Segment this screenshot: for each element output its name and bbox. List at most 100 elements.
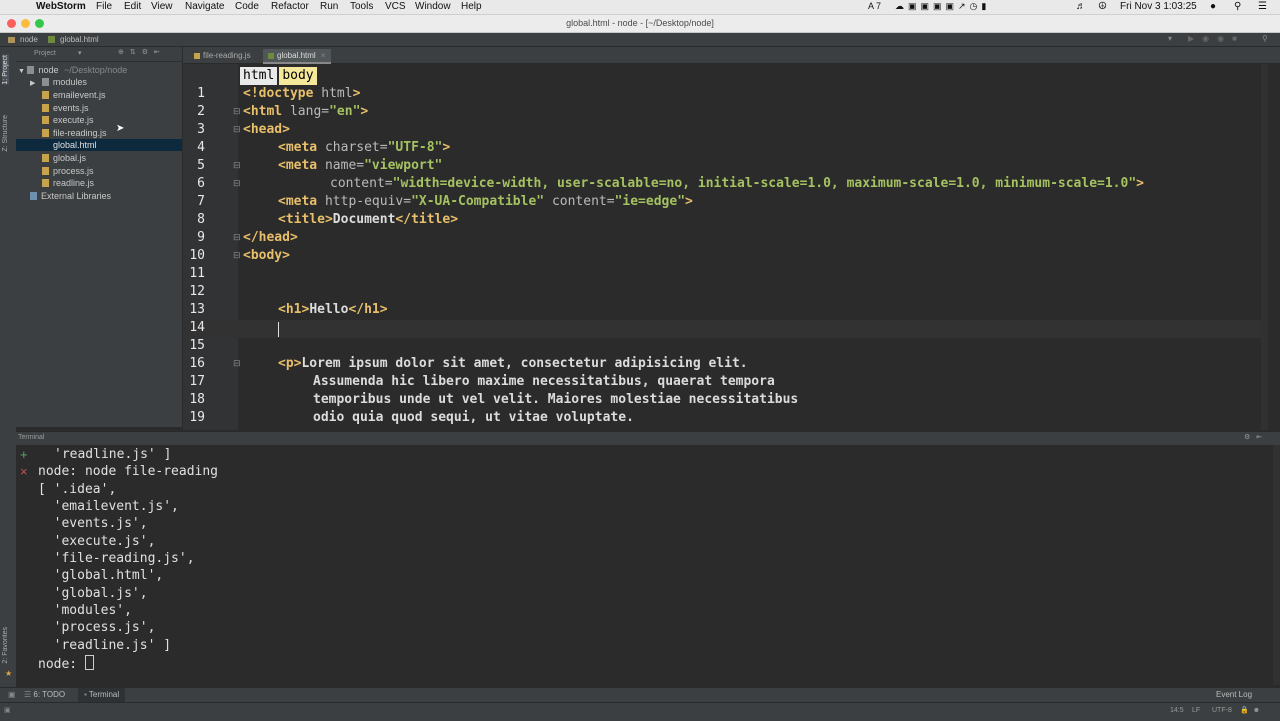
nav-file[interactable]: global.html [60, 35, 99, 44]
breadcrumb-html[interactable]: html [240, 67, 278, 85]
fold-marker-icon[interactable]: ⊟ [233, 124, 241, 135]
code-line-4: <meta charset="UTF-8"> [278, 140, 450, 155]
collapse-arrow-icon[interactable]: ▶ [30, 80, 35, 87]
user-icon[interactable]: ● [1210, 1, 1216, 12]
tab-global-html[interactable]: global.html × [263, 49, 331, 64]
code-line-1: <!doctype html> [243, 86, 360, 101]
terminal-line: 'readline.js' ] [38, 638, 172, 653]
line-number: 7 [197, 194, 205, 209]
run-toolbar-icons[interactable]: ▶◉◉■ [1188, 34, 1245, 43]
volume-icon[interactable]: ♬ [1076, 1, 1086, 12]
new-session-icon[interactable]: + [20, 447, 28, 462]
folder-name: modules [52, 77, 87, 87]
spotlight-icon[interactable]: ⚲ [1234, 1, 1241, 12]
token: > [442, 140, 451, 155]
tree-folder-modules[interactable]: ▶ modules [30, 76, 87, 88]
favorites-tool-tab[interactable]: 2: Favorites [2, 627, 9, 664]
token: <meta [278, 158, 325, 173]
tree-file-global-html-selected[interactable]: global.html [16, 139, 182, 151]
project-view-selector[interactable]: Project [34, 50, 56, 57]
code-editor[interactable]: html body 1 2 3 4 5 6 7 8 9 10 11 12 13 1… [183, 64, 1268, 430]
breadcrumb-body[interactable]: body [279, 67, 317, 85]
menu-edit[interactable]: Edit [124, 1, 141, 12]
menu-vcs[interactable]: VCS [385, 1, 406, 12]
tab-file-reading[interactable]: file-reading.js [189, 49, 256, 62]
view-dropdown-icon[interactable]: ▾ [78, 49, 82, 57]
menu-file[interactable]: File [96, 1, 112, 12]
project-tool-tab[interactable]: 1: Project [2, 55, 9, 85]
status-icons[interactable]: 🔒☻ [1240, 706, 1264, 714]
line-number: 17 [189, 374, 205, 389]
line-number: 6 [197, 176, 205, 191]
terminal-tool-button[interactable]: ▪ Terminal [78, 688, 126, 702]
close-session-icon[interactable]: × [20, 464, 28, 479]
fold-marker-icon[interactable]: ⊟ [233, 250, 241, 261]
tree-file-global-js[interactable]: global.js [42, 152, 86, 164]
structure-tool-tab[interactable]: Z: Structure [2, 115, 9, 152]
tree-file-execute[interactable]: execute.js [42, 114, 94, 126]
menu-window[interactable]: Window [415, 1, 451, 12]
run-config-dropdown-icon[interactable]: ▾ [1168, 34, 1172, 43]
terminal-panel[interactable]: + × 'readline.js' ] node: node file-read… [16, 445, 1280, 685]
tree-file-file-reading[interactable]: file-reading.js [42, 127, 107, 139]
token: Lorem ipsum dolor sit amet, consectetur … [301, 356, 748, 371]
search-everywhere-icon[interactable]: ⚲ [1262, 34, 1268, 43]
code-line-2: <html lang="en"> [243, 104, 368, 119]
clock[interactable]: Fri Nov 3 1:03:25 [1120, 1, 1197, 12]
folder-icon [27, 66, 35, 74]
file-name: emailevent.js [53, 90, 106, 100]
menu-refactor[interactable]: Refactor [271, 1, 309, 12]
app-menu[interactable]: WebStorm [36, 1, 86, 12]
token: > [360, 104, 369, 119]
tree-file-events[interactable]: events.js [42, 102, 89, 114]
tree-file-emailevent[interactable]: emailevent.js [42, 89, 106, 101]
event-log-button[interactable]: Event Log [1216, 690, 1252, 699]
expand-arrow-icon[interactable]: ▼ [18, 68, 25, 75]
toggle-tool-windows-icon[interactable]: ▣ [8, 690, 16, 699]
status-toggle-icon[interactable]: ▣ [4, 706, 11, 714]
current-line-highlight [183, 320, 1268, 338]
token: charset= [324, 140, 388, 155]
terminal-scrollbar[interactable] [1273, 445, 1280, 685]
nav-project[interactable]: node [20, 35, 38, 44]
token: http-equiv= [324, 194, 412, 209]
tree-file-process[interactable]: process.js [42, 165, 94, 177]
prompt-text: node: [38, 657, 85, 672]
library-icon [30, 192, 37, 200]
menu-run[interactable]: Run [320, 1, 338, 12]
fold-marker-icon[interactable]: ⊟ [233, 232, 241, 243]
file-encoding[interactable]: UTF-8 [1212, 707, 1232, 714]
line-number: 10 [189, 248, 205, 263]
panel-action-icons[interactable]: ⊕⇅⚙⇤ [118, 48, 166, 56]
menu-help[interactable]: Help [461, 1, 482, 12]
status-bar: ▣ 14:5 LF UTF-8 🔒☻ [0, 702, 1280, 721]
file-name: execute.js [53, 115, 94, 125]
fold-marker-icon[interactable]: ⊟ [233, 106, 241, 117]
terminal-line: [ '.idea', [38, 482, 117, 497]
menu-extras-icons[interactable]: ☁▣▣▣▣↗◷▮ [895, 1, 990, 12]
fold-marker-icon[interactable]: ⊟ [233, 160, 241, 171]
navigation-bar: node global.html ▾ ▶◉◉■ ⚲ [0, 33, 1280, 47]
menu-code[interactable]: Code [235, 1, 259, 12]
editor-scrollbar[interactable] [1261, 64, 1268, 430]
menu-view[interactable]: View [151, 1, 173, 12]
line-separator[interactable]: LF [1192, 707, 1200, 714]
todo-tool-button[interactable]: ☰ 6: TODO [24, 690, 65, 699]
tree-root[interactable]: ▼ node ~/Desktop/node [18, 64, 127, 76]
mouse-cursor: ➤ [116, 123, 125, 134]
menu-tools[interactable]: Tools [350, 1, 373, 12]
tree-external-libraries[interactable]: External Libraries [30, 190, 111, 202]
fold-marker-icon[interactable]: ⊟ [233, 178, 241, 189]
token: lang= [289, 104, 330, 119]
code-line-7: <meta http-equiv="X-UA-Compatible" conte… [278, 194, 693, 209]
fold-marker-icon[interactable]: ⊟ [233, 358, 241, 369]
menu-navigate[interactable]: Navigate [185, 1, 224, 12]
tree-file-readline[interactable]: readline.js [42, 177, 94, 189]
terminal-settings-icons[interactable]: ⚙⇤ [1244, 433, 1268, 441]
token: <html [243, 104, 290, 119]
caret-position[interactable]: 14:5 [1170, 707, 1184, 714]
line-number: 5 [197, 158, 205, 173]
close-tab-icon[interactable]: × [321, 51, 326, 60]
notification-center-icon[interactable]: ☰ [1258, 1, 1267, 12]
wifi-icon[interactable]: ☮ [1098, 1, 1107, 12]
